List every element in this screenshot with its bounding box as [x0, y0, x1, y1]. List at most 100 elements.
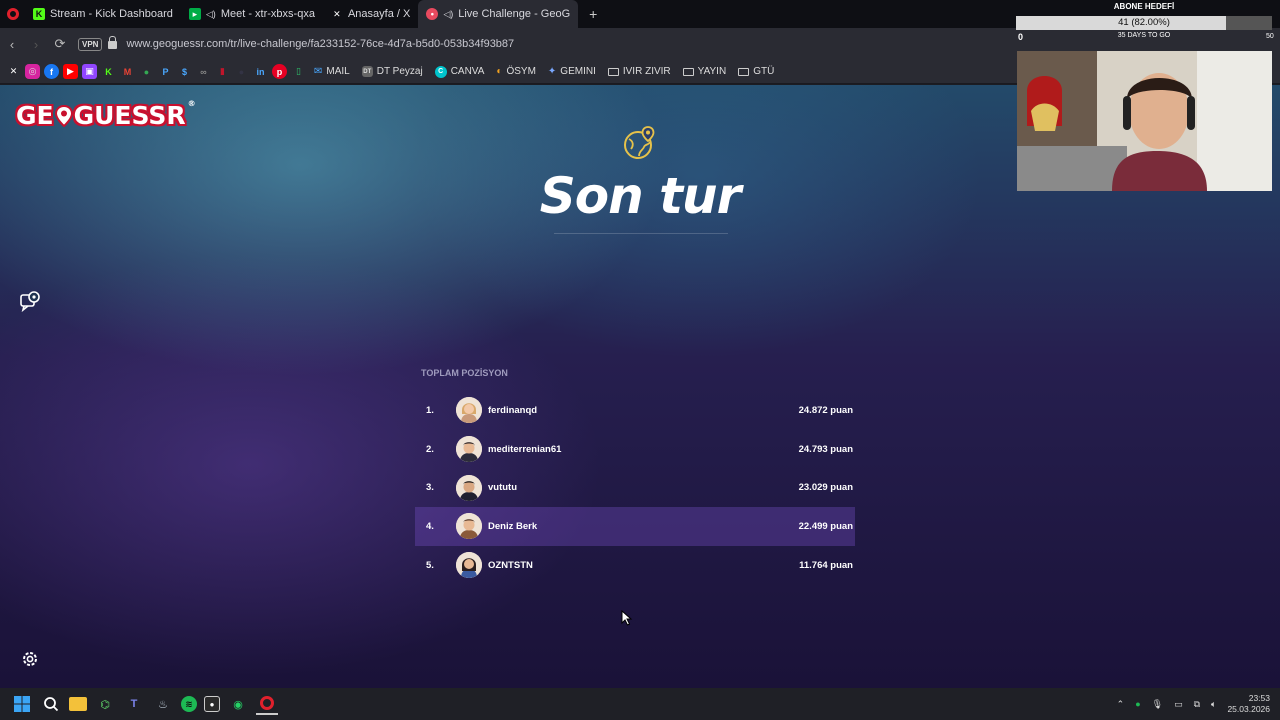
steam-icon[interactable]: ♨ — [152, 693, 174, 715]
volume-icon[interactable]: 🔈︎ — [1211, 699, 1216, 710]
vpn-badge[interactable]: VPN — [78, 37, 103, 51]
player-name[interactable]: mediterrenian61 — [488, 444, 799, 455]
player-name[interactable]: ferdinanqd — [488, 405, 799, 416]
url-field[interactable]: www.geoguessr.com/tr/live-challenge/fa23… — [126, 38, 514, 50]
tab-label: Live Challenge - GeoG — [458, 8, 571, 20]
bookmark-dt-peyzaj[interactable]: DT DT Peyzaj — [358, 66, 427, 77]
girl-avatar-icon[interactable] — [456, 552, 482, 579]
stream-overlay: ABONE HEDEFİ 41 (82.00%) 0 35 DAYS TO GO… — [1016, 0, 1280, 192]
rank: 4. — [426, 520, 434, 532]
x-bookmark-icon[interactable]: ✕ — [6, 64, 21, 79]
player-name[interactable]: Deniz Berk — [488, 521, 799, 532]
tab-kick-dashboard[interactable]: K Stream - Kick Dashboard — [25, 0, 181, 28]
clock-date: 25.03.2026 — [1227, 704, 1270, 714]
rank: 2. — [426, 443, 434, 455]
reload-button[interactable]: ⟳ — [48, 36, 72, 52]
tab-meet[interactable]: ▸ ◁) Meet - xtr-xbxs-qxa — [181, 0, 323, 28]
bookmark-gtu[interactable]: GTÜ — [734, 66, 778, 77]
obs-icon[interactable]: ● — [204, 696, 220, 712]
rank: 3. — [426, 482, 434, 494]
clock-time: 23:53 — [1248, 693, 1270, 703]
bookmark-osym[interactable]: ◐ ÖSYM — [492, 66, 540, 77]
settings-button[interactable] — [17, 646, 43, 672]
goal-progress-bar: 41 (82.00%) — [1016, 16, 1272, 30]
dollar-icon[interactable]: $ — [177, 64, 192, 79]
link-icon[interactable]: ∞ — [196, 64, 211, 79]
bookmark-label: YAYIN — [697, 66, 727, 77]
whatsapp-icon[interactable]: ◉ — [227, 693, 249, 715]
display-icon[interactable]: ▭ — [1174, 699, 1183, 710]
bookmark-label: ÖSYM — [506, 66, 536, 77]
dt-icon: DT — [361, 66, 373, 77]
osym-icon: ◐ — [496, 66, 503, 77]
spotify-icon[interactable]: ≋ — [181, 696, 197, 712]
gmail-icon[interactable]: M — [120, 64, 135, 79]
clock[interactable]: 23:53 25.03.2026 — [1227, 693, 1270, 715]
player-name[interactable]: vututu — [488, 482, 799, 493]
opera-logo-icon[interactable] — [7, 8, 19, 20]
tab-label: Meet - xtr-xbxs-qxa — [220, 8, 315, 20]
boy-avatar-icon[interactable] — [456, 513, 482, 540]
tab-label: Stream - Kick Dashboard — [50, 8, 173, 20]
phone-app-icon[interactable]: ▯ — [291, 64, 306, 79]
chat-button[interactable] — [17, 288, 43, 314]
network-icon[interactable]: ⧉ — [1194, 699, 1200, 710]
kick-icon: K — [33, 8, 45, 20]
kick-bookmark-icon[interactable]: K — [101, 64, 116, 79]
facebook-icon[interactable]: f — [44, 64, 59, 79]
bookmark-label: CANVA — [450, 66, 485, 77]
youtube-icon[interactable]: ▶ — [63, 64, 78, 79]
lock-icon[interactable] — [108, 36, 118, 49]
boy-avatar-icon[interactable] — [456, 474, 482, 501]
gemini-icon: ✦ — [547, 66, 557, 77]
xbox-icon[interactable]: ⌬ — [94, 693, 116, 715]
chat-icon — [20, 291, 40, 312]
bookmark-ivir-zivir[interactable]: IVIR ZIVIR — [604, 66, 675, 77]
leaderboard-row: 1. ferdinanqd 24.872 puan — [415, 391, 855, 430]
paypal-icon[interactable]: P — [158, 64, 173, 79]
red-app-icon[interactable]: ▮ — [215, 64, 230, 79]
player-name[interactable]: OZNTSTN — [488, 560, 799, 571]
folder-icon — [738, 67, 750, 76]
x-icon: ✕ — [333, 8, 341, 19]
search-icon[interactable] — [40, 693, 62, 715]
dark-app-icon[interactable]: ● — [234, 64, 249, 79]
linkedin-icon[interactable]: in — [253, 64, 268, 79]
chevron-up-icon[interactable]: ⌃ — [1117, 699, 1125, 710]
forward-button[interactable]: › — [24, 37, 48, 52]
boy-avatar-icon[interactable] — [456, 436, 482, 463]
leaderboard-row-self: 4. Deniz Berk 22.499 puan — [415, 507, 855, 546]
player-score: 22.499 puan — [798, 520, 853, 532]
player-score: 24.793 puan — [798, 443, 853, 455]
goal-title: ABONE HEDEFİ — [1113, 2, 1175, 11]
goal-target: 50 — [1266, 33, 1274, 40]
opera-taskbar-icon[interactable] — [256, 693, 278, 715]
goal-progress-text: 41 (82.00%) — [1118, 17, 1170, 28]
twitch-icon[interactable]: ▣ — [82, 64, 97, 79]
back-button[interactable]: ‹ — [0, 37, 24, 52]
player-score: 24.872 puan — [798, 404, 853, 416]
bookmark-label: GTÜ — [753, 66, 775, 77]
girl-avatar-icon[interactable] — [456, 397, 482, 424]
tab-x[interactable]: ✕ Anasayfa / X — [323, 0, 418, 28]
tab-live-challenge[interactable]: • ◁) Live Challenge - GeoG — [418, 0, 579, 28]
spotify-tray-icon[interactable]: ● — [1135, 699, 1140, 709]
bookmark-label: MAIL — [326, 66, 350, 77]
microphone-icon[interactable]: 🎙︎ — [1152, 699, 1163, 710]
bookmark-mail[interactable]: ✉ MAIL — [310, 66, 354, 77]
geoguessr-logo[interactable]: GE GUESSR ® — [16, 99, 196, 130]
pinterest-icon[interactable]: p — [272, 64, 287, 79]
new-tab-button[interactable]: + — [584, 5, 602, 23]
bookmark-yayin[interactable]: YAYIN — [679, 66, 731, 77]
bookmark-canva[interactable]: C CANVA — [431, 65, 489, 78]
file-explorer-icon[interactable] — [69, 697, 87, 711]
globe-pin-icon — [624, 126, 655, 159]
canva-icon: C — [434, 65, 447, 78]
bookmark-gemini[interactable]: ✦ GEMINI — [544, 66, 600, 77]
registered-mark: ® — [187, 99, 196, 108]
windows-start-icon[interactable] — [11, 693, 33, 715]
webcam-feed — [1017, 51, 1272, 191]
teams-icon[interactable]: T — [123, 693, 145, 715]
maps-icon[interactable]: ● — [139, 64, 154, 79]
instagram-icon[interactable]: ◎ — [25, 64, 40, 79]
